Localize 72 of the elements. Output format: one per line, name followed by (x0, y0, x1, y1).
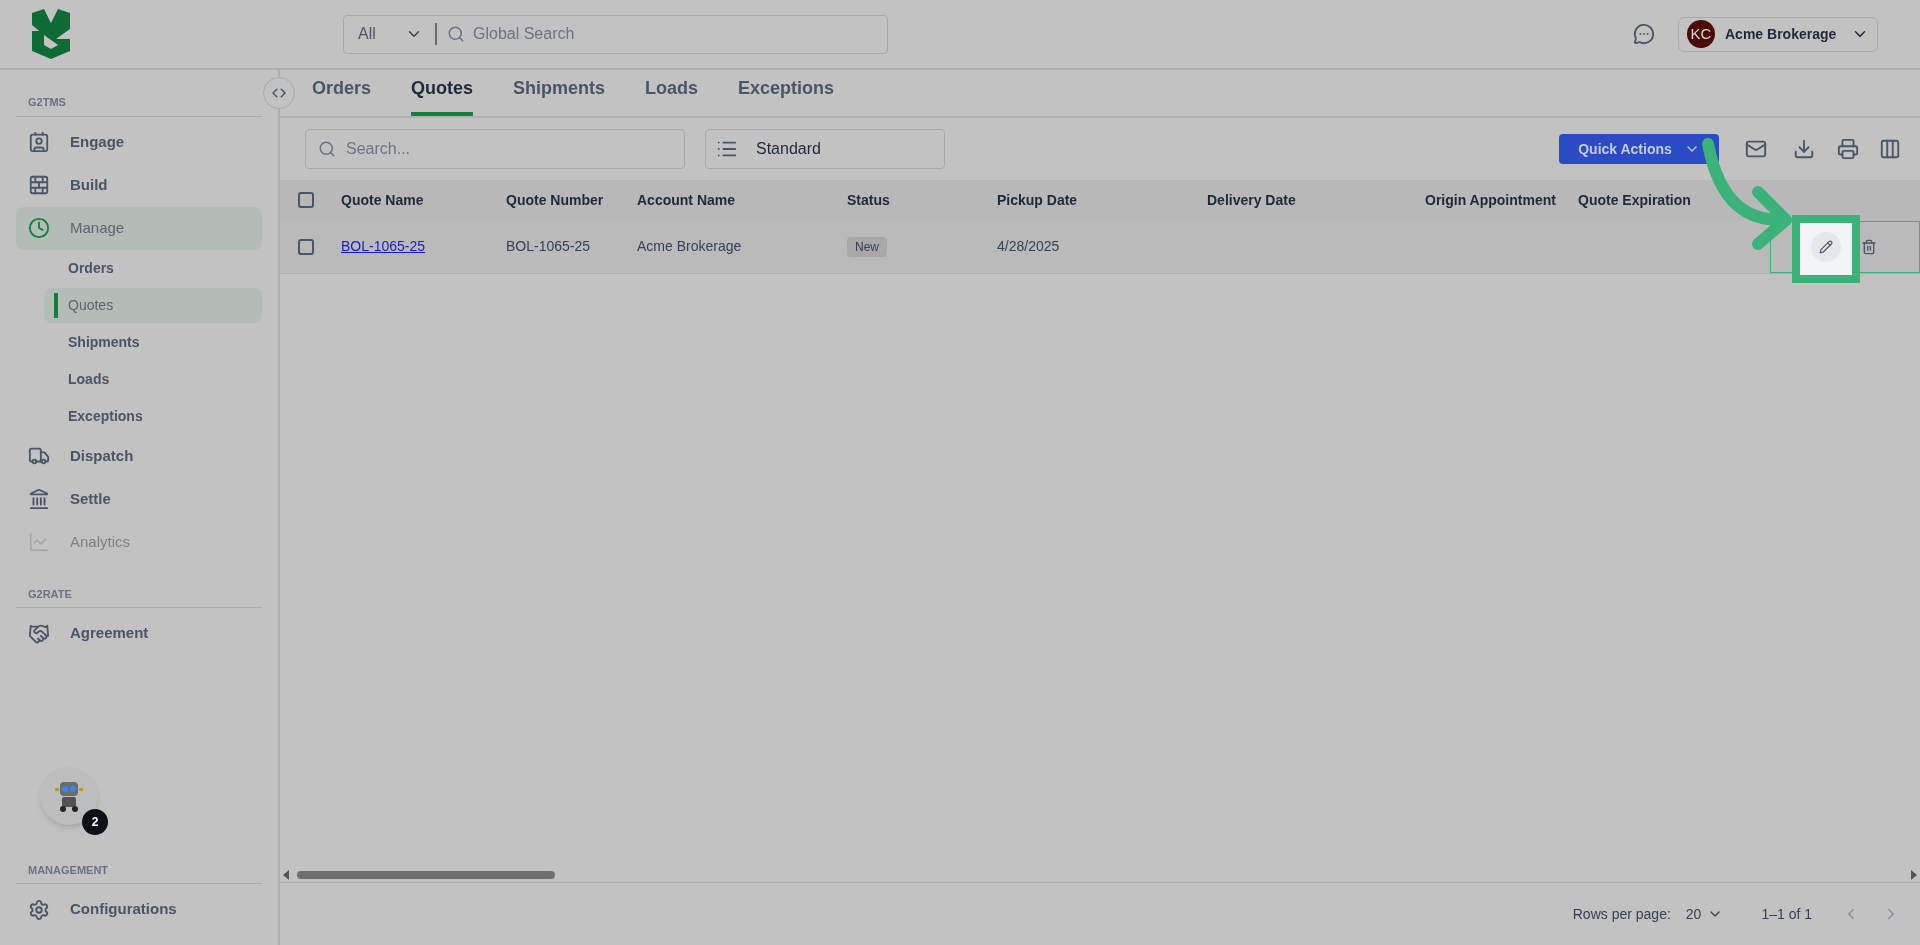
sidebar-item[interactable]: Dispatch (16, 434, 262, 478)
tab[interactable]: Exceptions (738, 75, 835, 116)
bricks-icon (28, 174, 50, 196)
section-heading: MANAGEMENT (16, 861, 262, 884)
bank-icon (28, 488, 50, 510)
account-dropdown[interactable]: KC Acme Brokerage (1678, 16, 1878, 52)
column-header: Origin Appointment (1425, 191, 1556, 208)
sidebar-subitem[interactable]: Shipments (44, 324, 262, 360)
columns-icon[interactable] (1879, 138, 1901, 160)
settings-icon (28, 898, 50, 921)
scrollbar-thumb[interactable] (297, 870, 555, 879)
page-range: 1–1 of 1 (1761, 904, 1812, 924)
download-icon[interactable] (1793, 138, 1815, 160)
sidebar-item[interactable]: Manage (16, 206, 262, 250)
column-header: Quote Name (341, 191, 424, 208)
tab[interactable]: Orders (312, 75, 372, 116)
column-header: Status (847, 191, 890, 208)
scroll-right-arrow[interactable] (1911, 869, 1917, 880)
checkbox[interactable] (298, 238, 314, 255)
mail-icon[interactable] (1745, 138, 1767, 160)
logo[interactable] (30, 9, 72, 59)
search-input[interactable]: Global Search (473, 22, 887, 46)
tab[interactable]: Loads (645, 75, 699, 116)
rows-per-page-select[interactable]: 20 (1685, 903, 1724, 925)
column-header: Quote Expiration (1578, 191, 1691, 208)
assistant-avatar[interactable] (40, 767, 98, 825)
scroll-left-arrow[interactable] (283, 869, 289, 880)
robot-icon (54, 780, 84, 812)
column-header: Pickup Date (997, 191, 1078, 208)
avatar: KC (1687, 20, 1715, 48)
collapse-toggle[interactable] (263, 77, 295, 109)
trash-icon[interactable] (1861, 238, 1877, 255)
table-cell: Acme Brokerage (637, 238, 742, 254)
search-icon (318, 140, 336, 158)
truck-icon (28, 445, 50, 467)
printer-icon[interactable] (1837, 138, 1859, 160)
search-icon (447, 25, 465, 43)
sidebar-item[interactable]: Configurations (16, 888, 262, 931)
sidebar-item[interactable]: Agreement (16, 612, 262, 655)
table-cell: 4/28/2025 (997, 238, 1060, 254)
sidebar-subitem[interactable]: Loads (44, 361, 262, 397)
global-search-field[interactable]: All Global Search (343, 14, 888, 54)
quick-actions-button[interactable]: Quick Actions (1559, 134, 1719, 164)
checkbox[interactable] (298, 192, 314, 208)
pencil-icon (1819, 239, 1833, 254)
chat-icon[interactable] (1633, 23, 1655, 45)
tab[interactable]: Quotes (411, 75, 474, 116)
section-heading: G2TMS (16, 94, 262, 117)
table-cell: BOL-1065-25 (506, 238, 591, 254)
notification-badge: 2 (82, 809, 108, 835)
column-header: Delivery Date (1207, 191, 1296, 208)
rows-per-page-label: Rows per page: (1572, 904, 1671, 924)
sidebar-subitem[interactable]: Orders (44, 250, 262, 286)
sidebar-item[interactable]: Engage (16, 120, 262, 164)
tab[interactable]: Shipments (513, 75, 606, 116)
sidebar-item[interactable]: Settle (16, 477, 262, 521)
search-field[interactable]: Search... (305, 129, 685, 169)
quote-link[interactable]: BOL-1065-25 (341, 238, 426, 254)
sidebar-subitem[interactable]: Exceptions (44, 398, 262, 434)
section-heading: G2RATE (16, 585, 262, 608)
sidebar-subitem[interactable]: Quotes (44, 287, 262, 323)
contact-card-icon (28, 131, 50, 153)
scope-select[interactable]: All (358, 22, 376, 46)
sidebar-item[interactable]: Build (16, 163, 262, 207)
column-header: Account Name (637, 191, 736, 208)
clock-icon (28, 217, 50, 239)
chart-icon (28, 531, 50, 553)
search-input[interactable]: Search... (346, 137, 672, 161)
handshake-icon (28, 622, 50, 645)
status-badge: New (847, 237, 887, 257)
view-selector[interactable]: Standard (705, 129, 945, 169)
column-header: Quote Number (506, 191, 604, 208)
